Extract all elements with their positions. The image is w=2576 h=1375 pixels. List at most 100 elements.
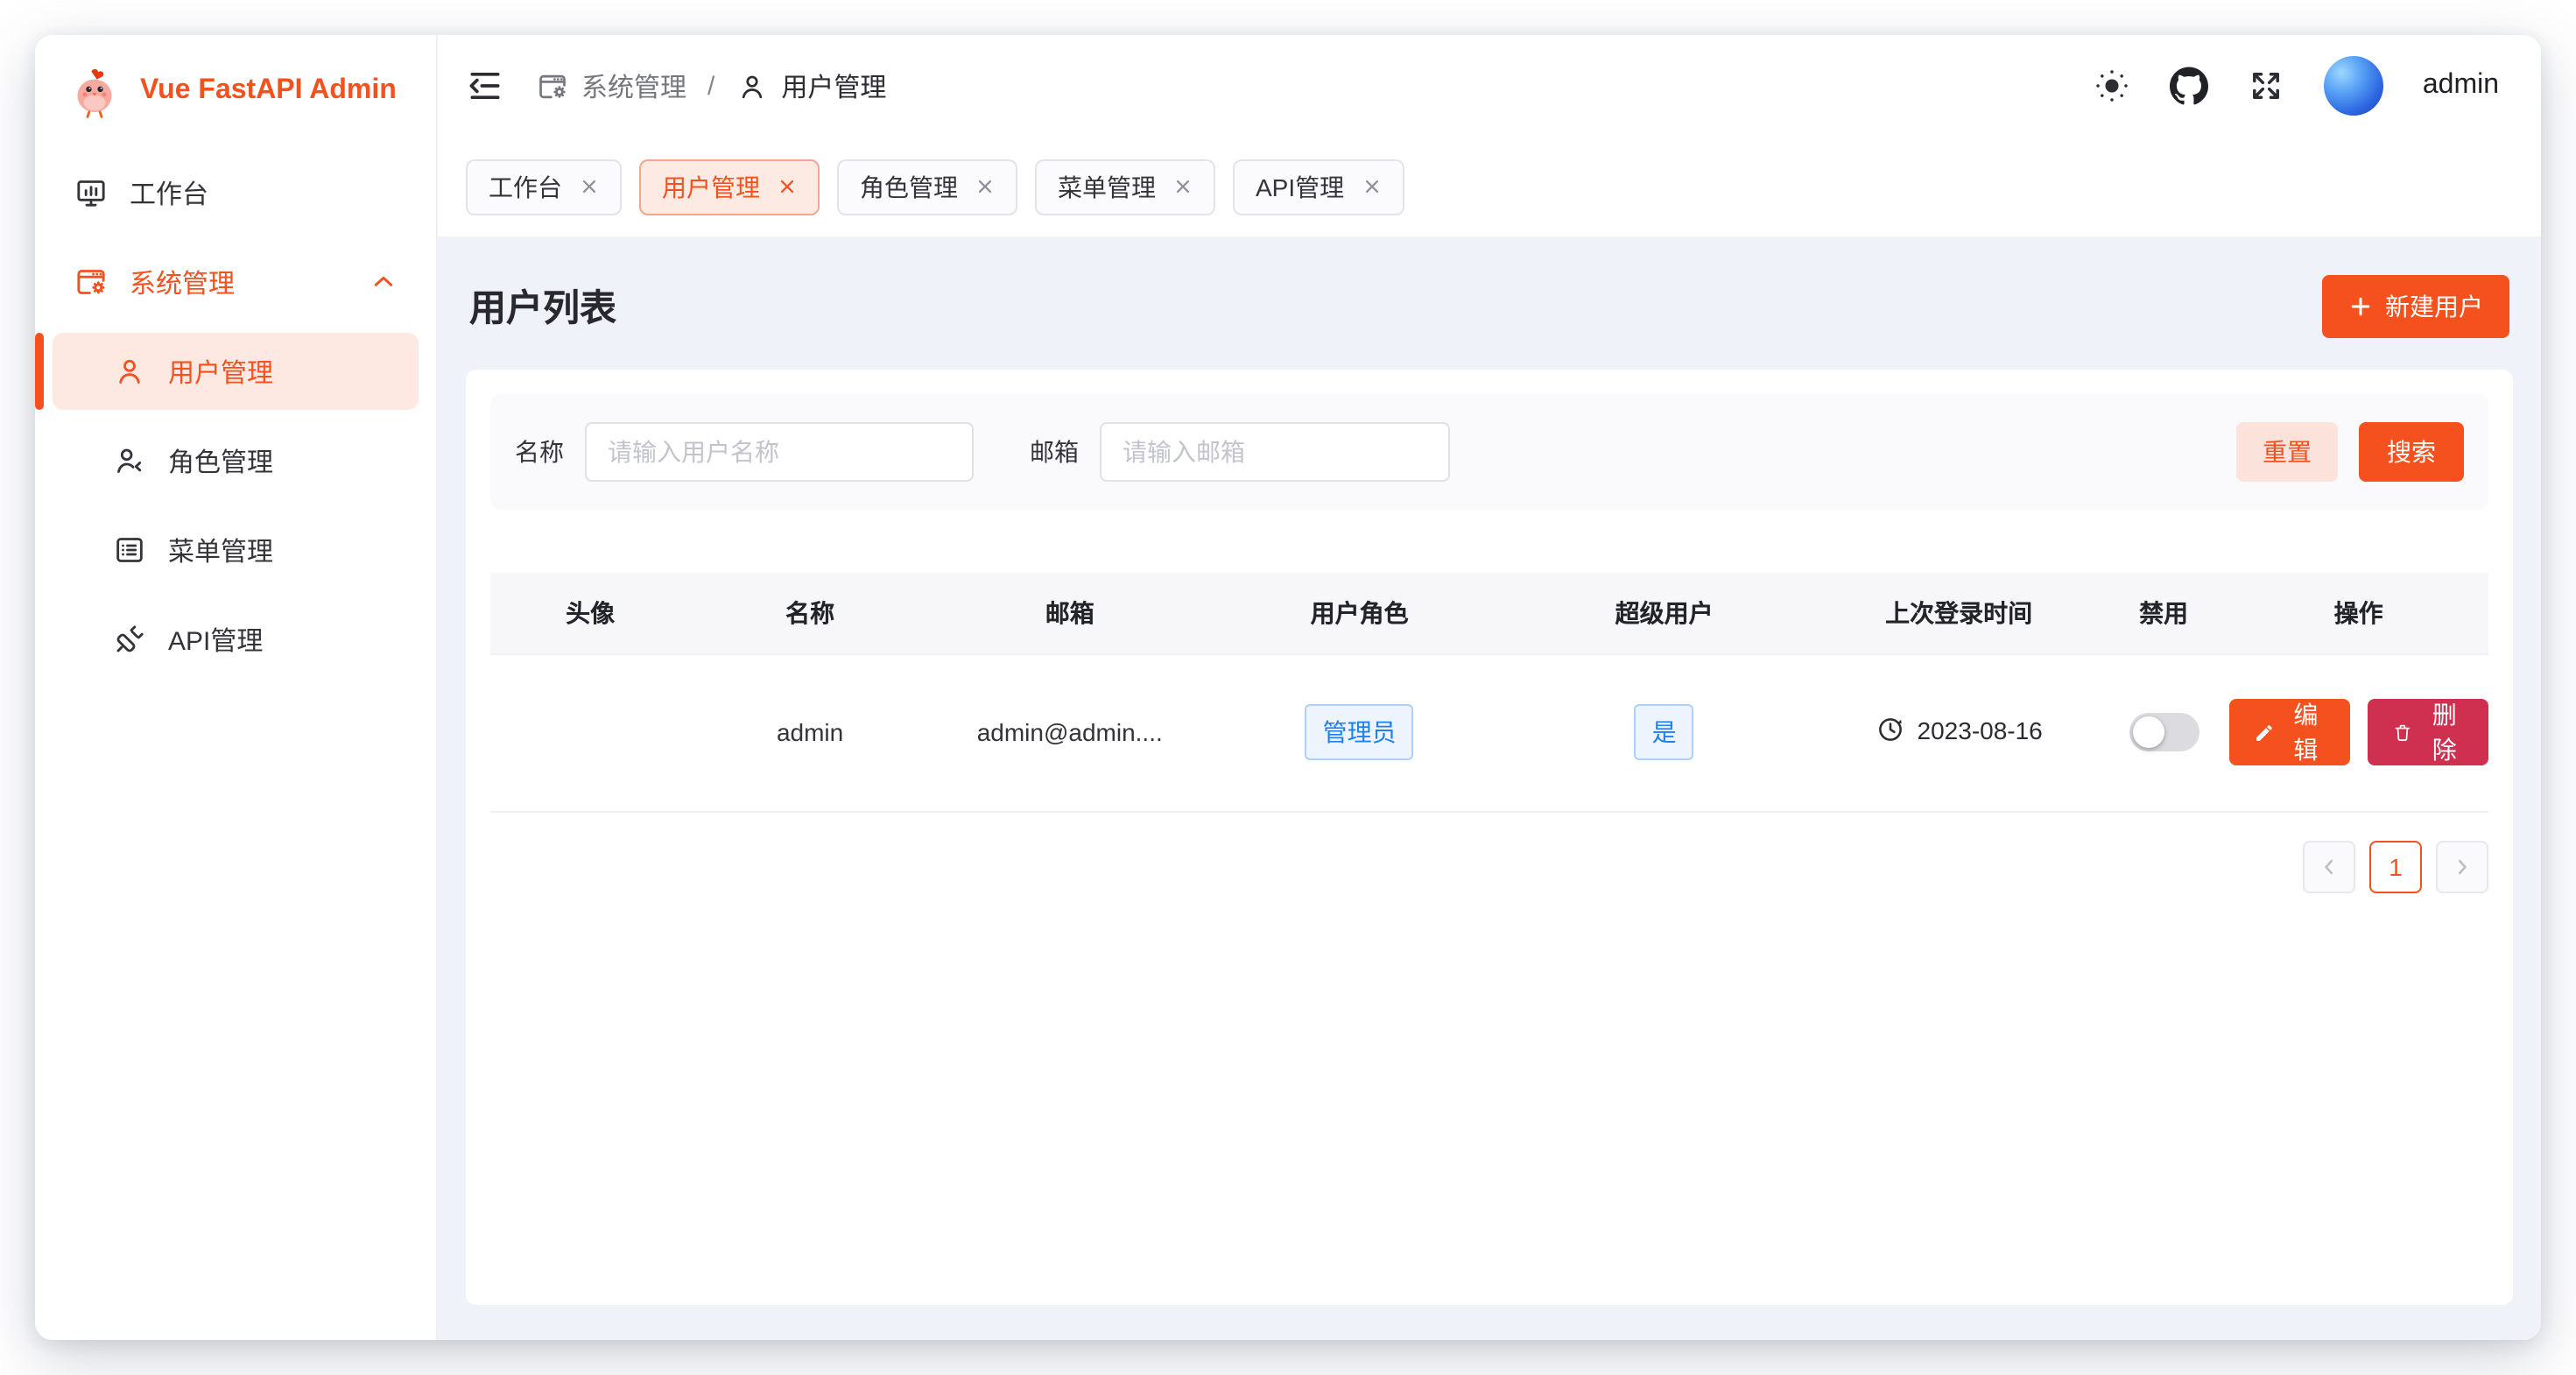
tab-label: API管理 bbox=[1256, 169, 1344, 204]
delete-label: 删除 bbox=[2425, 697, 2464, 767]
tab-api[interactable]: API管理 bbox=[1233, 159, 1404, 215]
delete-button[interactable]: 删除 bbox=[2368, 699, 2488, 765]
next-page-button[interactable] bbox=[2436, 840, 2488, 892]
table-row: admin admin@admin.... 管理员 是 bbox=[490, 653, 2488, 811]
tab-label: 菜单管理 bbox=[1058, 169, 1156, 204]
cell-avatar bbox=[490, 653, 690, 811]
edit-button[interactable]: 编辑 bbox=[2228, 699, 2349, 765]
tab-label: 角色管理 bbox=[860, 169, 958, 204]
breadcrumb-item-system[interactable]: 系统管理 bbox=[536, 67, 686, 104]
breadcrumb-label: 用户管理 bbox=[781, 67, 886, 104]
role-icon bbox=[112, 443, 147, 478]
system-settings-icon bbox=[536, 69, 569, 102]
breadcrumb-separator: / bbox=[707, 71, 714, 101]
tab-label: 用户管理 bbox=[662, 169, 760, 204]
sidebar-item-workbench[interactable]: 工作台 bbox=[53, 154, 419, 231]
avatar[interactable] bbox=[2325, 56, 2384, 116]
system-settings-icon bbox=[74, 264, 109, 300]
sidebar-item-label: 用户管理 bbox=[168, 353, 273, 390]
sidebar-item-system[interactable]: 系统管理 bbox=[53, 243, 419, 321]
close-icon[interactable] bbox=[778, 177, 797, 196]
tab-menus[interactable]: 菜单管理 bbox=[1035, 159, 1215, 215]
col-superuser: 超级用户 bbox=[1510, 573, 1819, 653]
edit-label: 编辑 bbox=[2286, 697, 2326, 767]
cell-last-login: 2023-08-16 bbox=[1819, 653, 2098, 811]
close-icon[interactable] bbox=[1173, 177, 1193, 196]
col-last-login: 上次登录时间 bbox=[1819, 573, 2098, 653]
main-area: 系统管理 / 用户管理 bbox=[438, 35, 2541, 1340]
sidebar-item-label: 角色管理 bbox=[168, 442, 273, 479]
role-tag: 管理员 bbox=[1306, 704, 1414, 760]
close-icon[interactable] bbox=[580, 177, 599, 196]
menu-list-icon bbox=[112, 532, 147, 568]
table-header-row: 头像 名称 邮箱 用户角色 超级用户 上次登录时间 禁用 操作 bbox=[490, 573, 2488, 653]
sidebar-item-label: API管理 bbox=[168, 621, 263, 658]
email-input[interactable] bbox=[1100, 422, 1450, 482]
tabbar: 工作台 用户管理 角色管理 菜单管理 API管理 bbox=[438, 137, 2541, 236]
plus-icon bbox=[2348, 294, 2373, 319]
col-email: 邮箱 bbox=[930, 573, 1209, 653]
search-label: 搜索 bbox=[2387, 434, 2436, 469]
page-number-1[interactable]: 1 bbox=[2369, 840, 2422, 892]
add-user-button[interactable]: 新建用户 bbox=[2322, 275, 2509, 338]
header: 系统管理 / 用户管理 bbox=[438, 35, 2541, 137]
name-input[interactable] bbox=[585, 422, 974, 482]
users-table: 头像 名称 邮箱 用户角色 超级用户 上次登录时间 禁用 操作 bbox=[490, 573, 2488, 812]
sidebar-menu: 工作台 系统管理 bbox=[35, 147, 436, 690]
sidebar-item-menus[interactable]: 菜单管理 bbox=[53, 511, 419, 589]
api-plug-icon bbox=[112, 622, 147, 657]
sidebar-item-api[interactable]: API管理 bbox=[53, 601, 419, 678]
search-button[interactable]: 搜索 bbox=[2359, 422, 2464, 482]
reset-label: 重置 bbox=[2263, 434, 2312, 469]
prev-page-button[interactable] bbox=[2303, 840, 2355, 892]
cell-name: admin bbox=[690, 653, 930, 811]
col-actions: 操作 bbox=[2228, 573, 2488, 653]
sidebar-item-label: 系统管理 bbox=[130, 264, 235, 300]
table-card: 名称 邮箱 重置 搜索 bbox=[466, 370, 2513, 1305]
breadcrumb: 系统管理 / 用户管理 bbox=[536, 67, 886, 104]
add-user-label: 新建用户 bbox=[2385, 289, 2483, 324]
theme-sun-icon[interactable] bbox=[2094, 67, 2132, 105]
cell-actions: 编辑 删除 bbox=[2228, 653, 2488, 811]
app-logo: Vue FastAPI Admin bbox=[35, 35, 436, 147]
tab-label: 工作台 bbox=[489, 169, 562, 204]
workbench-icon bbox=[74, 175, 109, 210]
user-icon bbox=[735, 69, 769, 102]
user-icon bbox=[112, 354, 147, 389]
col-role: 用户角色 bbox=[1209, 573, 1509, 653]
col-disabled: 禁用 bbox=[2099, 573, 2228, 653]
username: admin bbox=[2423, 70, 2499, 102]
app-title: Vue FastAPI Admin bbox=[140, 75, 397, 107]
close-icon[interactable] bbox=[975, 177, 995, 196]
sidebar-item-roles[interactable]: 角色管理 bbox=[53, 422, 419, 499]
disabled-toggle[interactable] bbox=[2129, 713, 2199, 751]
sidebar-item-users[interactable]: 用户管理 bbox=[53, 333, 419, 410]
breadcrumb-item-users[interactable]: 用户管理 bbox=[735, 67, 886, 104]
pagination: 1 bbox=[490, 840, 2488, 892]
title-row: 用户列表 新建用户 bbox=[466, 264, 2513, 338]
tab-roles[interactable]: 角色管理 bbox=[837, 159, 1017, 215]
card-empty-space bbox=[490, 892, 2488, 1280]
tab-workbench[interactable]: 工作台 bbox=[466, 159, 622, 215]
superuser-tag: 是 bbox=[1635, 704, 1694, 760]
email-label: 邮箱 bbox=[1030, 434, 1079, 469]
chevron-up-icon bbox=[370, 268, 398, 296]
close-icon[interactable] bbox=[1362, 177, 1381, 196]
last-login-value: 2023-08-16 bbox=[1918, 716, 2043, 744]
collapse-sidebar-icon[interactable] bbox=[466, 67, 504, 105]
sidebar: Vue FastAPI Admin 工作台 bbox=[35, 35, 438, 1340]
name-field-group: 名称 bbox=[515, 422, 974, 482]
github-icon[interactable] bbox=[2171, 67, 2209, 105]
sidebar-item-label: 菜单管理 bbox=[168, 532, 273, 568]
fullscreen-icon[interactable] bbox=[2248, 67, 2286, 105]
reset-button[interactable]: 重置 bbox=[2236, 422, 2338, 482]
cell-role: 管理员 bbox=[1209, 653, 1509, 811]
col-name: 名称 bbox=[690, 573, 930, 653]
sidebar-item-label: 工作台 bbox=[130, 174, 208, 211]
breadcrumb-label: 系统管理 bbox=[581, 67, 686, 104]
tab-users[interactable]: 用户管理 bbox=[639, 159, 820, 215]
name-label: 名称 bbox=[515, 434, 564, 469]
chevron-left-icon bbox=[2312, 854, 2347, 878]
header-actions: admin bbox=[2094, 56, 2499, 116]
cell-superuser: 是 bbox=[1510, 653, 1819, 811]
